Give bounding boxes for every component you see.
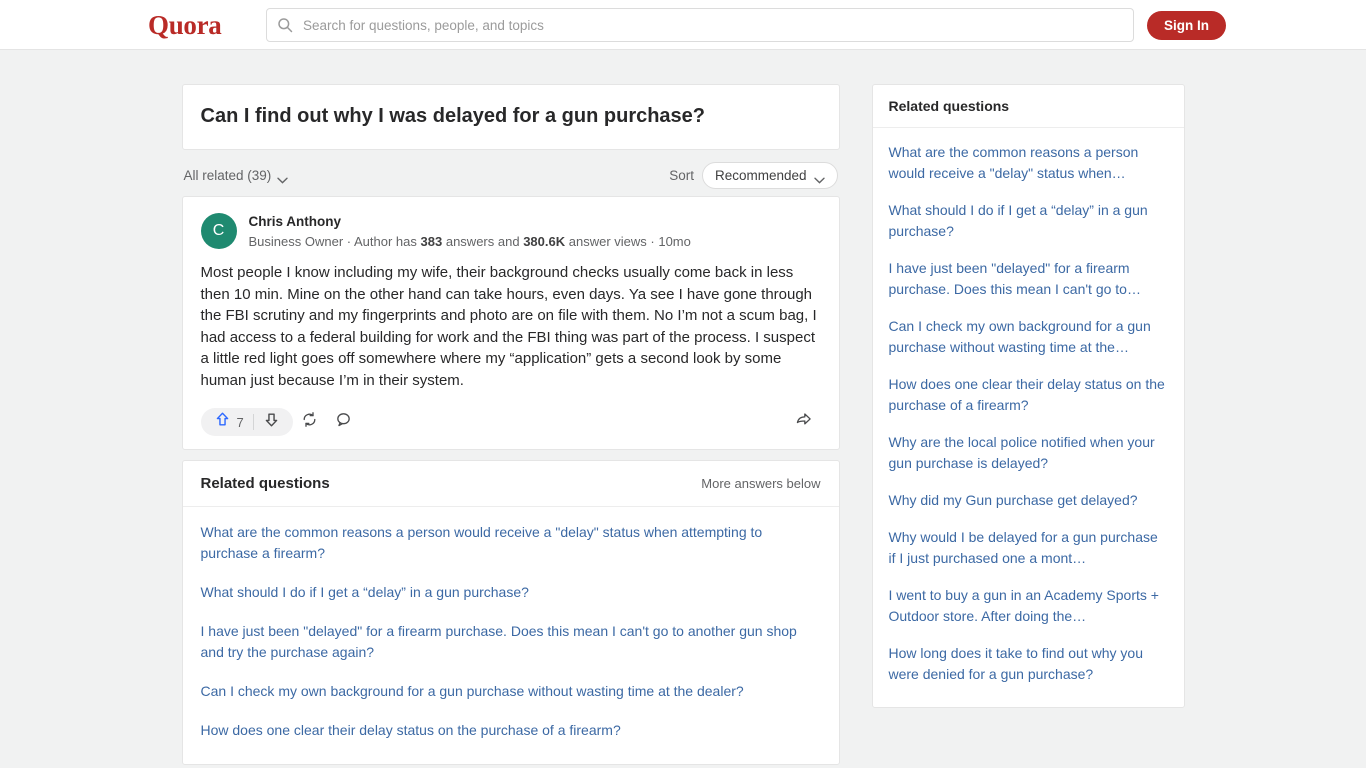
related-question-link[interactable]: What should I do if I get a “delay” in a… xyxy=(201,573,821,612)
sidebar-question-link[interactable]: How long does it take to find out why yo… xyxy=(889,635,1168,693)
search-bar[interactable] xyxy=(266,8,1134,42)
sidebar-question-link[interactable]: Can I check my own background for a gun … xyxy=(889,308,1168,366)
chevron-down-icon xyxy=(813,172,825,184)
related-questions-list: What are the common reasons a person wou… xyxy=(183,507,839,764)
downvote-button[interactable] xyxy=(254,408,289,436)
author-row: C Chris Anthony Business Owner · Author … xyxy=(200,213,821,251)
repost-icon xyxy=(301,411,318,433)
page-title: Can I find out why I was delayed for a g… xyxy=(200,105,706,127)
related-question-link[interactable]: I have just been "delayed" for a firearm… xyxy=(201,612,821,672)
page-body: Can I find out why I was delayed for a g… xyxy=(0,50,1366,768)
meta-mid: answers and xyxy=(445,234,520,249)
sidebar-question-link[interactable]: Why are the local police notified when y… xyxy=(889,424,1168,482)
upvote-button[interactable]: 7 xyxy=(205,408,253,436)
chevron-down-icon xyxy=(277,172,288,184)
upvote-icon xyxy=(214,411,231,433)
comment-icon xyxy=(335,411,352,433)
meta-suffix: answer views xyxy=(568,234,647,249)
site-header: Quora Sign In xyxy=(0,0,1366,50)
more-answers-below-label[interactable]: More answers below xyxy=(701,476,820,491)
sidebar-question-link[interactable]: What should I do if I get a “delay” in a… xyxy=(889,192,1168,250)
sort-value: Recommended xyxy=(714,167,807,183)
all-related-label: All related (39) xyxy=(183,167,272,183)
avatar-initial: C xyxy=(212,222,225,239)
sidebar-list: What are the common reasons a person wou… xyxy=(873,128,1184,707)
quora-logo[interactable]: Quora xyxy=(148,11,222,39)
action-bar: 7 xyxy=(200,405,821,439)
sign-in-button[interactable]: Sign In xyxy=(1147,11,1226,40)
sort-label: Sort xyxy=(669,167,694,183)
related-questions-title: Related questions xyxy=(200,475,330,492)
author-credential: Business Owner · Author has 383 answers … xyxy=(248,234,691,249)
sidebar-question-link[interactable]: I have just been "delayed" for a firearm… xyxy=(889,250,1168,308)
search-input[interactable] xyxy=(301,16,1123,34)
timestamp: 10mo xyxy=(658,234,691,249)
vote-pill: 7 xyxy=(200,408,293,436)
meta-prefix: Author has xyxy=(354,234,417,249)
avatar[interactable]: C xyxy=(200,213,237,249)
view-count: 380.6K xyxy=(523,234,566,249)
sidebar-title: Related questions xyxy=(872,85,1184,128)
sidebar-question-link[interactable]: How does one clear their delay status on… xyxy=(889,366,1168,424)
share-button[interactable] xyxy=(787,408,821,436)
sidebar-question-link[interactable]: What are the common reasons a person wou… xyxy=(889,134,1168,192)
sidebar-column: Related questions What are the common re… xyxy=(871,84,1185,768)
comment-button[interactable] xyxy=(327,408,361,436)
search-icon xyxy=(277,17,293,33)
filter-row: All related (39) Sort Recommended xyxy=(182,154,840,196)
sidebar-related-questions-card: Related questions What are the common re… xyxy=(871,84,1185,708)
downvote-icon xyxy=(263,411,280,433)
repost-button[interactable] xyxy=(293,408,327,436)
all-related-filter[interactable]: All related (39) xyxy=(183,167,289,184)
author-name[interactable]: Chris Anthony xyxy=(249,213,691,230)
share-icon xyxy=(795,411,812,433)
sidebar-question-link[interactable]: I went to buy a gun in an Academy Sports… xyxy=(889,577,1168,635)
answer-count: 383 xyxy=(420,234,443,249)
sort-group: Sort Recommended xyxy=(669,161,838,189)
related-questions-card: Related questions More answers below Wha… xyxy=(181,460,840,765)
sort-dropdown[interactable]: Recommended xyxy=(701,161,838,189)
sidebar-question-link[interactable]: Why did my Gun purchase get delayed? xyxy=(889,482,1168,519)
related-question-link[interactable]: Can I check my own background for a gun … xyxy=(201,672,821,711)
sidebar-question-link[interactable]: Why would I be delayed for a gun purchas… xyxy=(889,519,1168,577)
credential-text: Business Owner xyxy=(248,234,344,249)
related-questions-header: Related questions More answers below xyxy=(182,461,839,507)
related-question-link[interactable]: What are the common reasons a person wou… xyxy=(201,513,821,573)
upvote-count: 7 xyxy=(236,414,244,430)
related-question-link[interactable]: How does one clear their delay status on… xyxy=(201,711,821,750)
answer-card: C Chris Anthony Business Owner · Author … xyxy=(181,196,840,450)
main-column: Can I find out why I was delayed for a g… xyxy=(181,84,840,768)
question-card: Can I find out why I was delayed for a g… xyxy=(181,84,840,150)
answer-body: Most people I know including my wife, th… xyxy=(200,264,817,389)
